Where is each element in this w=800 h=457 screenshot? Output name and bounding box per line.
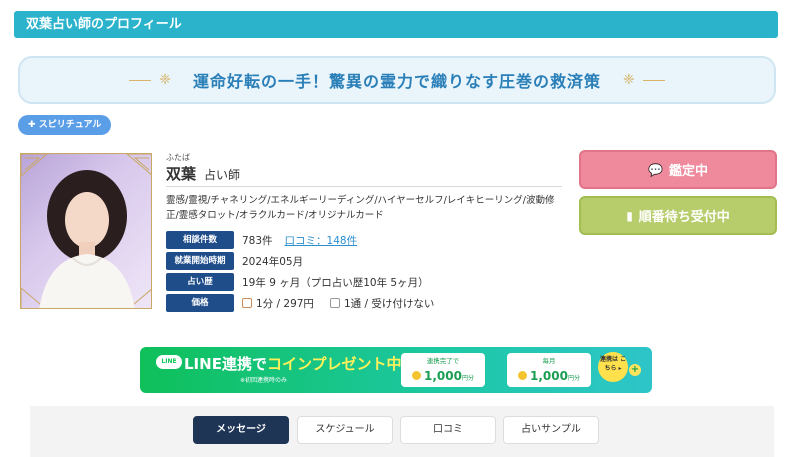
coin-icon — [412, 371, 421, 380]
info-label: 就業開始時期 — [166, 252, 234, 270]
ornament-icon-left: ❈ — [159, 72, 171, 88]
line-promo-prefix: LINE連携で — [184, 355, 267, 373]
phone-price: 1分 / 297円 — [256, 297, 314, 310]
queue-button[interactable]: ▮ 順番待ち受付中 — [579, 196, 777, 235]
queue-icon: ▮ — [626, 208, 633, 223]
line-promo-highlight: コインプレゼント中! — [266, 355, 409, 373]
reward-unit: 円分 — [567, 375, 580, 382]
page-header: 双葉占い師のプロフィール — [14, 11, 778, 38]
name-divider — [166, 186, 562, 187]
tab-schedule[interactable]: スケジュール — [297, 416, 393, 444]
tab-fortune-sample[interactable]: 占いサンプル — [503, 416, 599, 444]
info-row-start-date: 就業開始時期 2024年05月 — [166, 252, 303, 270]
category-tag-label: スピリチュアル — [38, 120, 102, 130]
reward-box-monthly: 毎月 1,000円分 — [507, 353, 591, 387]
ornament-icon-right: ❈ — [623, 72, 635, 88]
plus-icon: + — [629, 364, 641, 376]
plus-icon: ✚ — [28, 120, 39, 130]
mail-icon — [329, 298, 340, 308]
line-promo-title: LINE連携でコインプレゼント中! — [184, 353, 408, 374]
tab-reviews[interactable]: 口コミ — [400, 416, 496, 444]
consulting-status-button[interactable]: 💬 鑑定中 — [579, 150, 777, 189]
fortune-teller-name: 双葉 占い師 — [166, 163, 240, 184]
category-tag[interactable]: ✚ スピリチュアル — [18, 115, 112, 135]
fortune-teller-photo — [20, 153, 152, 309]
line-promo-banner[interactable]: LINE LINE連携でコインプレゼント中! ※初回連携時のみ 連携完了で 1,… — [140, 347, 652, 393]
mail-price: 1通 / 受け付けない — [343, 297, 435, 310]
line-connect-button[interactable]: 連携は こちら ▸ — [598, 352, 628, 382]
status-label: 鑑定中 — [668, 164, 708, 179]
info-row-experience: 占い歴 19年 9 ヶ月（プロ占い歴10年 5ヶ月） — [166, 273, 429, 291]
skill-list: 霊感/霊視/チャネリング/エネルギーリーディング/ハイヤーセルフ/レイキヒーリン… — [166, 195, 555, 221]
reviews-link[interactable]: 口コミ：148件 — [285, 233, 358, 248]
line-logo-icon: LINE — [156, 355, 182, 369]
name-kana: ふたば — [166, 153, 190, 162]
info-value: 783件 口コミ：148件 — [242, 233, 357, 248]
banner-ornament-line-right — [642, 79, 665, 81]
reward-amount: 1,000 — [424, 369, 462, 383]
experience-value: 19年 9 ヶ月（プロ占い歴10年 5ヶ月） — [242, 276, 429, 289]
chat-bubbles-icon: 💬 — [648, 162, 663, 177]
info-row-consultations: 相談件数 783件 口コミ：148件 — [166, 231, 357, 249]
reward-amount: 1,000 — [530, 369, 568, 383]
catchphrase-text: 運命好転の一手！驚異の霊力で織りなす圧巻の救済策 — [192, 72, 601, 91]
reward-caption: 毎月 — [542, 357, 556, 365]
coin-icon — [518, 371, 527, 380]
price-value: 1分 / 297円 1通 / 受け付けない — [242, 296, 434, 311]
banner-ornament-line-left — [129, 79, 152, 81]
queue-label: 順番待ち受付中 — [638, 210, 730, 225]
info-label: 相談件数 — [166, 231, 234, 249]
info-label: 占い歴 — [166, 273, 234, 291]
phone-icon — [242, 298, 252, 308]
info-row-price: 価格 1分 / 297円 1通 / 受け付けない — [166, 294, 434, 312]
line-promo-note: ※初回連携時のみ — [240, 377, 288, 384]
name-text: 双葉 — [166, 165, 197, 183]
info-label: 価格 — [166, 294, 234, 312]
reward-box-link: 連携完了で 1,000円分 — [401, 353, 485, 387]
reward-unit: 円分 — [461, 375, 474, 382]
catchphrase-banner: ❈ 運命好転の一手！驚異の霊力で織りなす圧巻の救済策 ❈ — [18, 56, 776, 104]
start-date-value: 2024年05月 — [242, 255, 304, 268]
name-title: 占い師 — [204, 168, 241, 182]
tab-message[interactable]: メッセージ — [193, 416, 289, 444]
consultation-count: 783件 — [242, 234, 273, 247]
reward-caption: 連携完了で — [426, 357, 460, 365]
